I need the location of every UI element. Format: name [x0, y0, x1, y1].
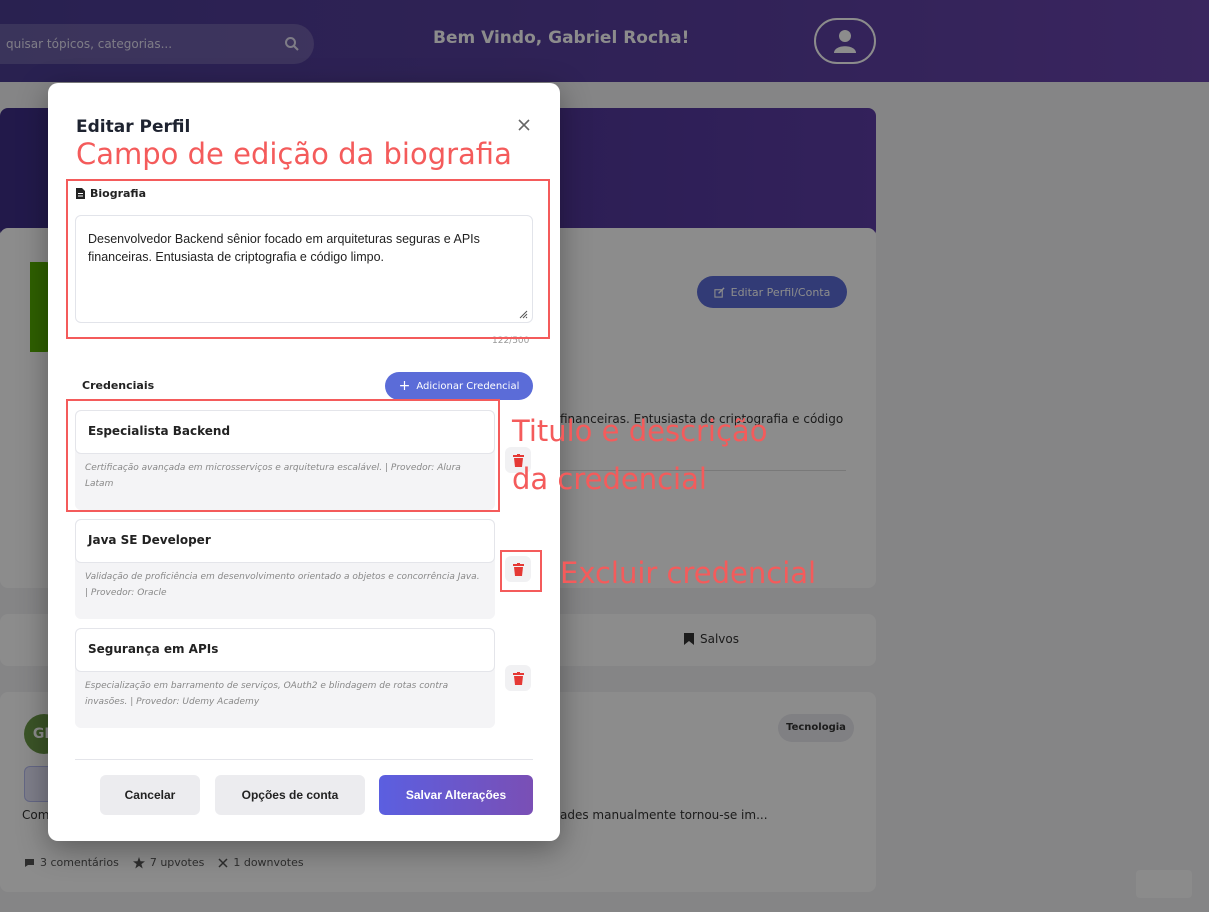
- annotation-delete-credential: Excluir credencial: [560, 556, 817, 590]
- credential-description-input[interactable]: Validação de proficiência em desenvolvim…: [85, 569, 485, 601]
- add-credential-button[interactable]: + Adicionar Credencial: [385, 372, 533, 400]
- annotation-box-bio: [66, 179, 550, 339]
- annotation-credential-title-1: Titulo e descrição: [512, 414, 768, 448]
- credential-item: Java SE Developer Validação de proficiên…: [75, 519, 495, 619]
- modal-footer-divider: [75, 759, 533, 760]
- close-icon[interactable]: [514, 115, 534, 135]
- credential-item: Segurança em APIs Especialização em barr…: [75, 628, 495, 728]
- modal-title: Editar Perfil: [76, 117, 191, 137]
- add-credential-label: Adicionar Credencial: [416, 380, 520, 392]
- credential-name-input[interactable]: Segurança em APIs: [75, 628, 495, 672]
- credentials-title: Credenciais: [82, 379, 155, 392]
- delete-credential-button[interactable]: [505, 665, 531, 691]
- plus-icon: +: [398, 378, 411, 394]
- account-options-button[interactable]: Opções de conta: [215, 775, 365, 815]
- annotation-box-credential: [66, 399, 500, 512]
- save-changes-button[interactable]: Salvar Alterações: [379, 775, 533, 815]
- trash-icon: [512, 671, 524, 685]
- cancel-button[interactable]: Cancelar: [100, 775, 200, 815]
- annotation-credential-title-2: da credencial: [512, 462, 707, 496]
- credential-description-input[interactable]: Especialização em barramento de serviços…: [85, 678, 485, 710]
- annotation-box-delete: [500, 550, 542, 592]
- annotation-bio-field: Campo de edição da biografia: [76, 137, 512, 171]
- credential-name-input[interactable]: Java SE Developer: [75, 519, 495, 563]
